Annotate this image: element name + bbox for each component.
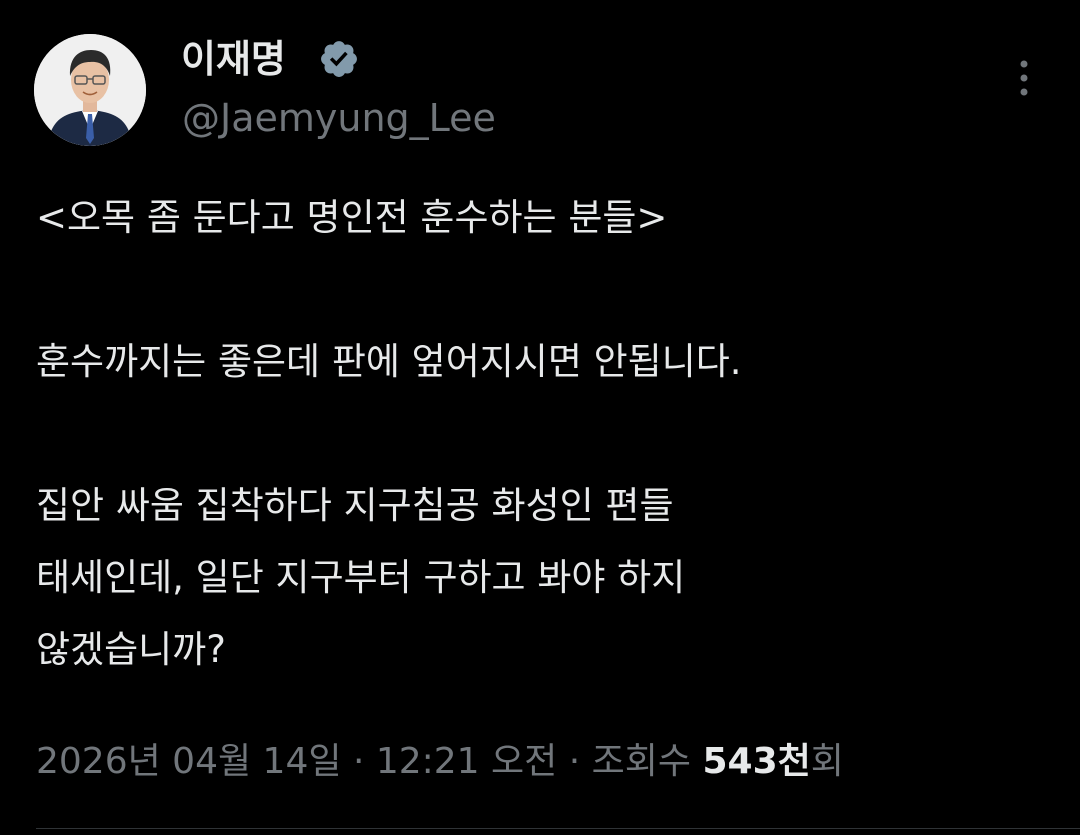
tweet-meta: 2026년 04월 14일 · 12:21 오전 · 조회수 543천회 [36,732,844,792]
views-suffix: 회 [810,741,844,782]
divider [36,828,1080,829]
tweet-line: 않겠습니까? [36,628,226,671]
author-handle[interactable]: @Jaemyung_Lee [182,94,496,142]
verified-badge-icon [321,41,357,77]
tweet-date: 2026년 04월 14일 [36,741,342,782]
tweet-line: 집안 싸움 집착하다 지구침공 화성인 편들 [36,484,674,527]
avatar-photo [34,34,146,146]
tweet-line: 훈수까지는 좋은데 판에 엎어지시면 안됩니다. [36,340,742,383]
views-count: 543천 [702,741,811,782]
tweet-text: <오목 좀 둔다고 명인전 훈수하는 분들> 훈수까지는 좋은데 판에 엎어지시… [36,182,1046,686]
tweet-time[interactable]: 12:21 오전 [376,741,557,782]
tweet-line: <오목 좀 둔다고 명인전 훈수하는 분들> [36,196,668,239]
more-options-icon[interactable] [1004,56,1044,100]
display-name[interactable]: 이재명 [181,34,286,84]
tweet-line: 태세인데, 일단 지구부터 구하고 봐야 하지 [36,556,686,599]
views-label: 조회수 [591,741,692,782]
meta-separator: · [352,741,365,782]
meta-separator: · [568,741,581,782]
avatar[interactable] [34,34,146,146]
